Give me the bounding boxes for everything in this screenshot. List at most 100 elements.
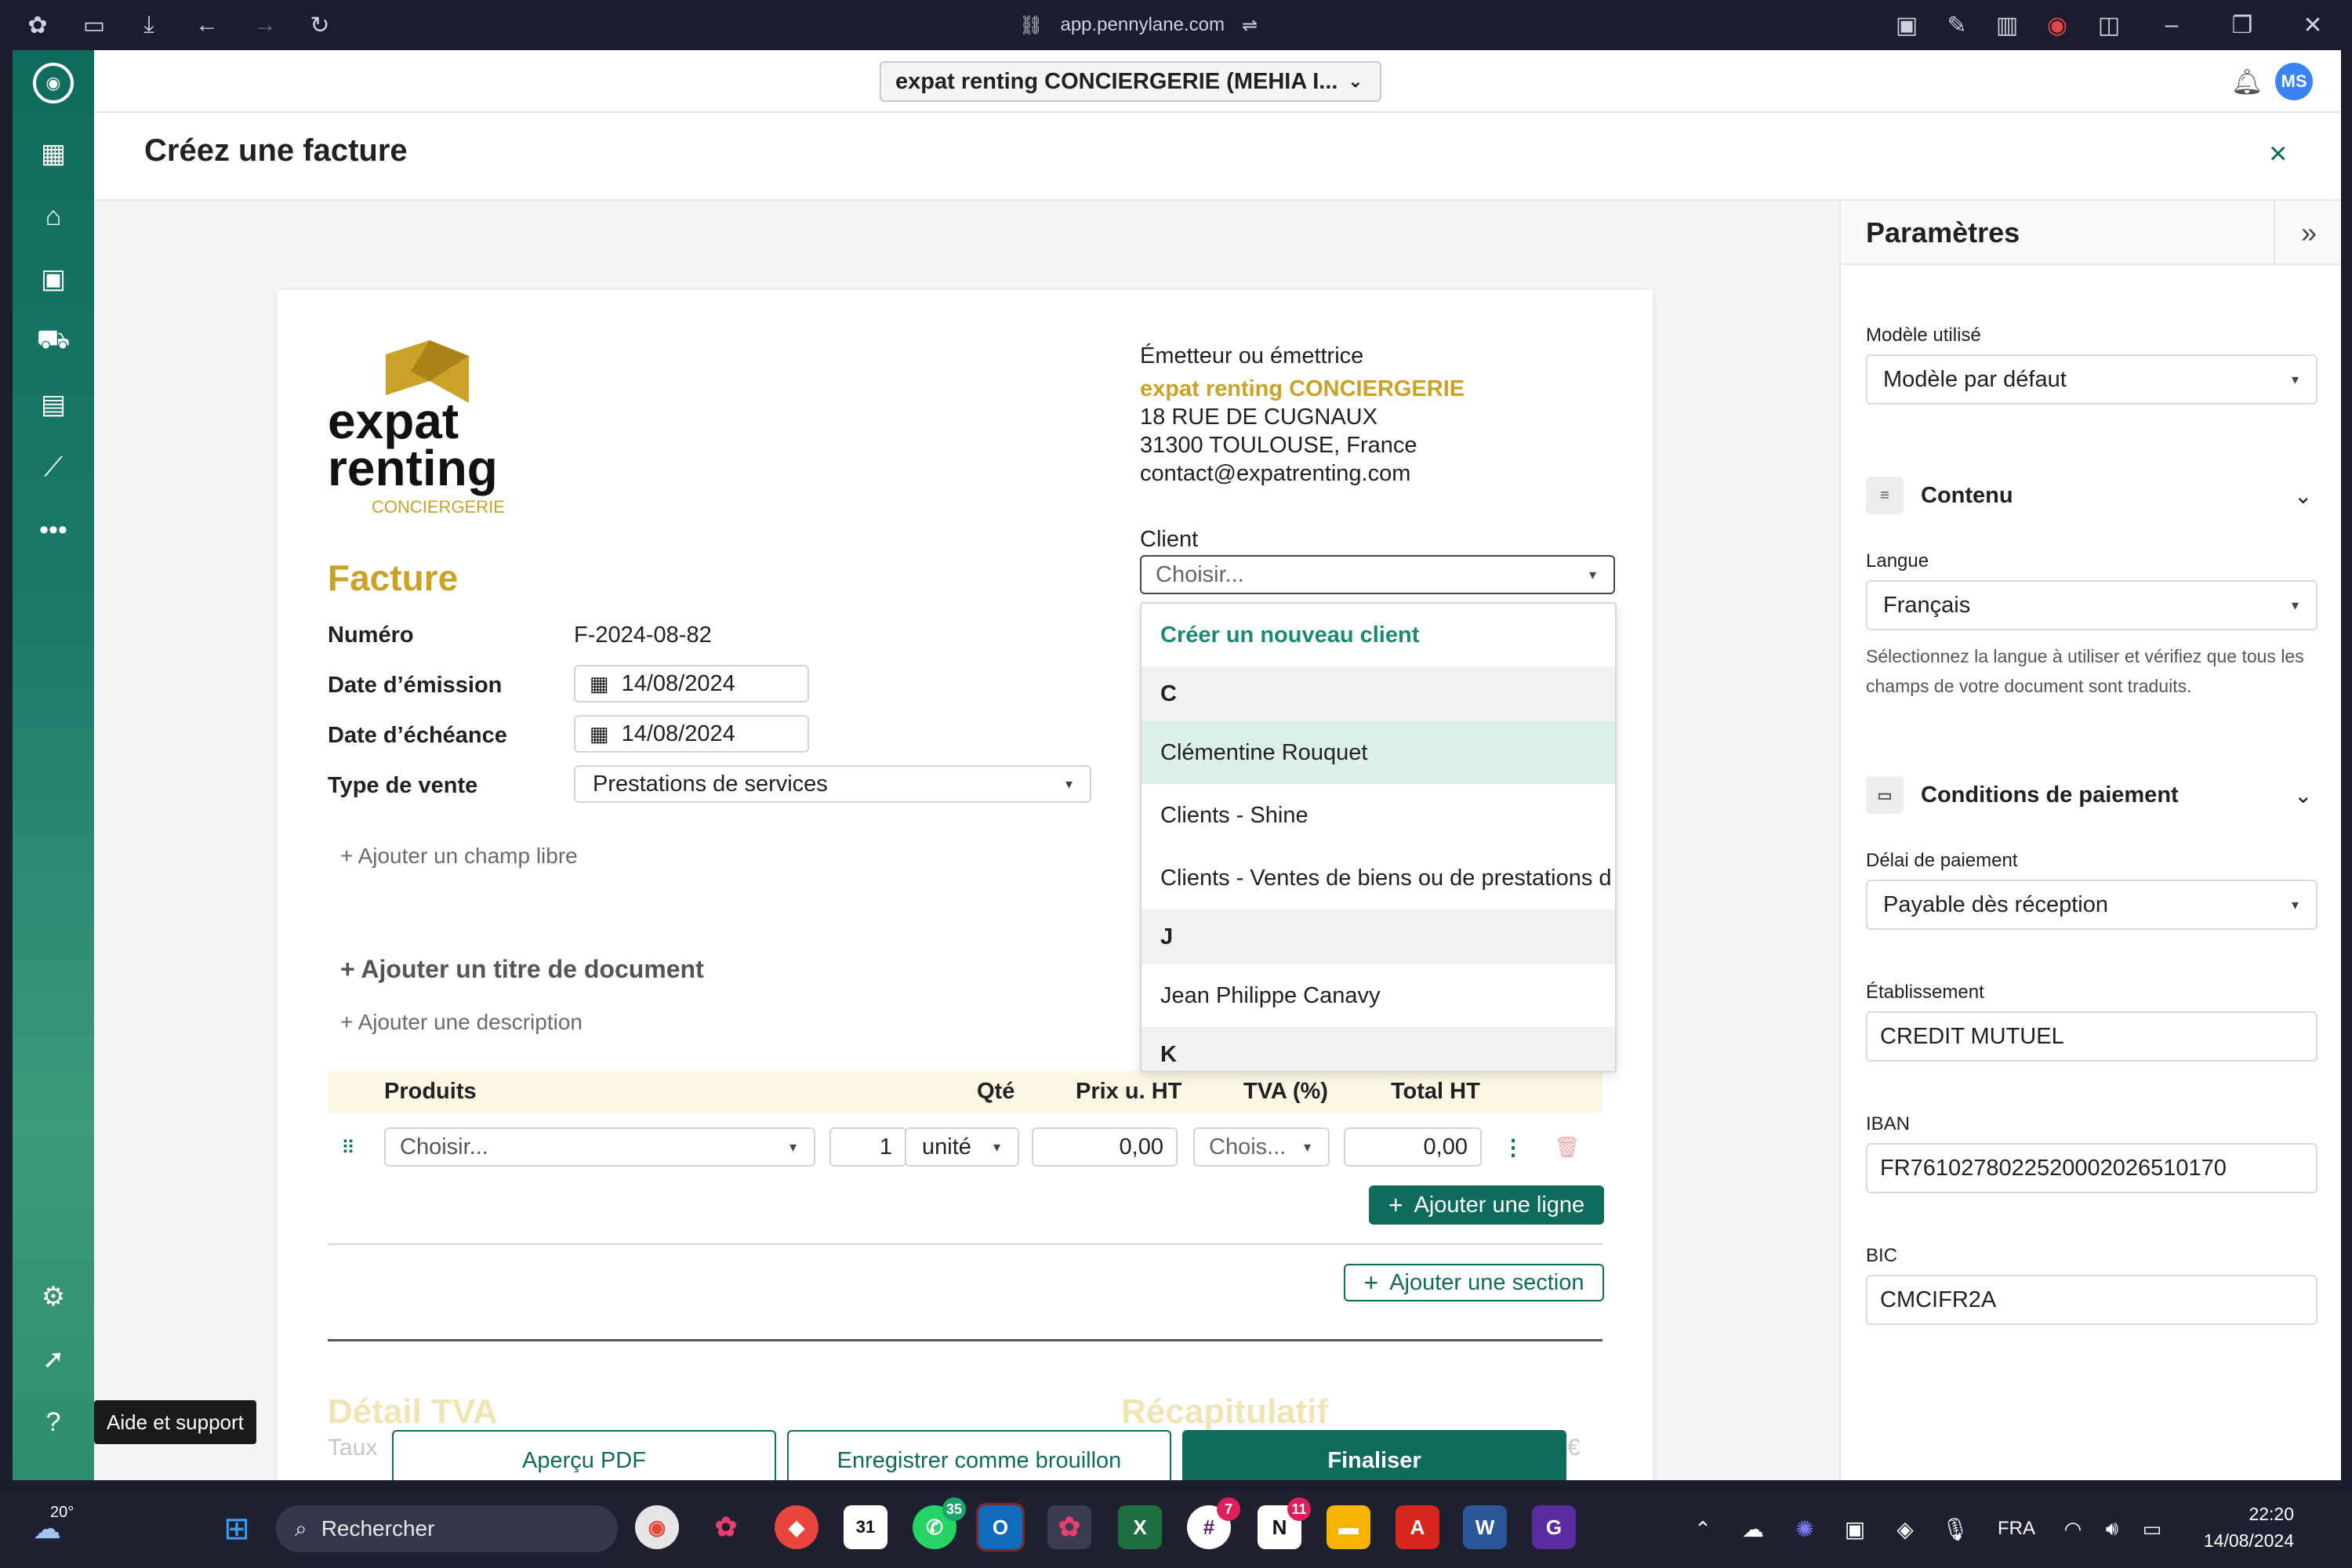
trash-icon[interactable]: 🗑︎ bbox=[1555, 1134, 1581, 1160]
close-icon[interactable]: × bbox=[2269, 136, 2287, 172]
total-input[interactable]: 0,00 bbox=[1344, 1127, 1482, 1167]
drag-handle-icon[interactable]: ⠿ bbox=[339, 1135, 358, 1160]
add-document-title-link[interactable]: + Ajouter un titre de document bbox=[340, 955, 704, 984]
caret-down-icon: ▾ bbox=[1303, 1138, 1311, 1155]
browser-logo-icon[interactable]: ✿ bbox=[22, 9, 53, 41]
chevron-down-icon[interactable]: ⌄ bbox=[2294, 782, 2312, 808]
rocket-icon[interactable]: ➚ bbox=[36, 1342, 71, 1377]
chrome-icon[interactable]: ◉ bbox=[635, 1505, 679, 1549]
client-option[interactable]: Jean Philippe Canavy bbox=[1142, 964, 1615, 1027]
pennylane-logo-icon[interactable]: ◉ bbox=[33, 63, 74, 103]
forward-icon[interactable]: → bbox=[249, 9, 281, 41]
client-option[interactable]: Clients - Shine bbox=[1142, 784, 1615, 847]
client-select[interactable]: Choisir... ▾ bbox=[1140, 555, 1615, 594]
windows-start-icon[interactable]: ⊞ bbox=[216, 1508, 257, 1549]
slack-icon[interactable]: #7 bbox=[1187, 1497, 1240, 1549]
restore-icon[interactable]: ❐ bbox=[2227, 9, 2258, 41]
payment-delay-select[interactable]: Payable dès réception ▾ bbox=[1866, 880, 2318, 930]
edit-extension-icon[interactable]: ✎ bbox=[1941, 9, 1973, 41]
more-icon[interactable]: ••• bbox=[36, 513, 71, 547]
settings-icon[interactable]: ⚙ bbox=[36, 1279, 71, 1314]
window-close-icon[interactable]: ✕ bbox=[2297, 9, 2328, 41]
chevron-down-icon[interactable]: ⌄ bbox=[2294, 483, 2312, 509]
issue-date-input[interactable]: ▦ 14/08/2024 bbox=[574, 665, 809, 702]
clock-date[interactable]: 14/08/2024 bbox=[2176, 1530, 2294, 1552]
arc-active-icon[interactable]: ✿ bbox=[1047, 1505, 1091, 1549]
microphone-icon[interactable]: 🎙︎ bbox=[1940, 1513, 1971, 1544]
bank-icon[interactable]: ⌂ bbox=[36, 199, 71, 234]
battery-icon[interactable]: ▭ bbox=[2134, 1513, 2170, 1544]
add-description-link[interactable]: + Ajouter une description bbox=[340, 1010, 583, 1035]
bank-input[interactable]: CREDIT MUTUEL bbox=[1866, 1011, 2318, 1062]
bic-input[interactable]: CMCIFR2A bbox=[1866, 1275, 2318, 1325]
vat-select[interactable]: Chois... ▾ bbox=[1193, 1127, 1330, 1167]
app-g-icon[interactable]: G bbox=[1532, 1505, 1576, 1549]
cart-icon[interactable]: ⛟ bbox=[36, 325, 71, 359]
address-bar[interactable]: ⛓ app.pennylane.com ⇌ bbox=[1019, 8, 1258, 42]
volume-icon[interactable]: 🔊︎ bbox=[2096, 1513, 2128, 1544]
store-icon[interactable]: ▤ bbox=[36, 387, 71, 422]
split-view-icon[interactable]: ◫ bbox=[2093, 9, 2125, 41]
collapse-panel-icon[interactable]: » bbox=[2274, 201, 2341, 265]
site-settings-icon[interactable]: ⇌ bbox=[1242, 14, 1258, 37]
notion-icon[interactable]: N 11 bbox=[1258, 1497, 1311, 1549]
unit-select[interactable]: unité ▾ bbox=[905, 1127, 1019, 1167]
wallet-icon[interactable]: ▣ bbox=[36, 262, 71, 296]
acrobat-icon[interactable]: A bbox=[1396, 1505, 1439, 1549]
help-icon[interactable]: ? bbox=[36, 1405, 71, 1439]
arc-browser-icon[interactable]: ✿ bbox=[704, 1505, 748, 1549]
reload-icon[interactable]: ↻ bbox=[304, 9, 336, 41]
avatar[interactable]: MS bbox=[2275, 63, 2313, 100]
notion-extension-icon[interactable]: ▣ bbox=[1891, 9, 1922, 41]
display-icon[interactable]: ▣ bbox=[1839, 1513, 1871, 1544]
chart-icon[interactable]: ⟋ bbox=[36, 450, 71, 485]
whatsapp-icon[interactable]: ✆ 35 bbox=[913, 1497, 966, 1549]
dropbox-icon[interactable]: ◈ bbox=[1889, 1513, 1921, 1544]
create-client-option[interactable]: Créer un nouveau client bbox=[1142, 604, 1615, 666]
app-tray-icon[interactable]: ✺ bbox=[1789, 1513, 1820, 1544]
due-date-input[interactable]: ▦ 14/08/2024 bbox=[574, 715, 809, 753]
chevron-up-icon[interactable]: ⌃ bbox=[1687, 1513, 1719, 1544]
sale-type-select[interactable]: Prestations de services ▾ bbox=[574, 765, 1091, 803]
client-option[interactable]: Clémentine Rouquet bbox=[1142, 721, 1615, 784]
back-icon[interactable]: ← bbox=[191, 9, 223, 41]
caret-down-icon: ▾ bbox=[2291, 371, 2299, 387]
product-placeholder: Choisir... bbox=[400, 1134, 488, 1160]
ublock-icon[interactable]: ◉ bbox=[2042, 9, 2073, 41]
wifi-icon[interactable]: ◠ bbox=[2057, 1513, 2089, 1544]
model-select[interactable]: Modèle par défaut ▾ bbox=[1866, 354, 2318, 405]
sidebar-toggle-icon[interactable]: ▭ bbox=[78, 9, 110, 41]
finalize-button[interactable]: Finaliser bbox=[1182, 1430, 1566, 1480]
excel-icon[interactable]: X bbox=[1118, 1505, 1162, 1549]
onedrive-icon[interactable]: ☁ bbox=[1737, 1513, 1769, 1544]
bell-icon[interactable]: 🔔︎ bbox=[2231, 66, 2263, 97]
client-option[interactable]: Clients - Ventes de biens ou de prestati… bbox=[1142, 847, 1615, 909]
row-menu-icon[interactable]: ⋮ bbox=[1502, 1134, 1524, 1160]
company-selector[interactable]: expat renting CONCIERGERIE (MEHIA I... ⌄ bbox=[880, 61, 1381, 102]
calendar-app-icon[interactable]: 31 bbox=[844, 1505, 887, 1549]
keyboard-language[interactable]: FRA bbox=[1998, 1518, 2035, 1540]
git-app-icon[interactable]: ◆ bbox=[775, 1505, 818, 1549]
language-select[interactable]: Français ▾ bbox=[1866, 580, 2318, 630]
taskbar-search[interactable]: ⌕ Rechercher bbox=[276, 1505, 618, 1552]
preview-pdf-button[interactable]: Aperçu PDF bbox=[392, 1430, 776, 1480]
add-custom-field-link[interactable]: + Ajouter un champ libre bbox=[340, 844, 578, 869]
add-section-label: Ajouter une section bbox=[1389, 1269, 1584, 1295]
add-section-button[interactable]: + Ajouter une section bbox=[1344, 1264, 1604, 1301]
save-draft-button[interactable]: Enregistrer comme brouillon bbox=[787, 1430, 1171, 1480]
word-icon[interactable]: W bbox=[1463, 1505, 1507, 1549]
payment-section-toggle[interactable]: ▭ Conditions de paiement bbox=[1866, 776, 2179, 814]
extension-icon[interactable]: ▥ bbox=[1991, 9, 2023, 41]
content-section-toggle[interactable]: ≡ Contenu bbox=[1866, 477, 2013, 514]
qty-input[interactable]: 1 bbox=[829, 1127, 906, 1167]
file-explorer-icon[interactable]: ▬ bbox=[1327, 1505, 1370, 1549]
unit-price-input[interactable]: 0,00 bbox=[1032, 1127, 1178, 1167]
clock-time[interactable]: 22:20 bbox=[2176, 1504, 2294, 1525]
dashboard-icon[interactable]: ▦ bbox=[36, 136, 71, 171]
outlook-icon[interactable]: O bbox=[976, 1503, 1025, 1552]
minimize-icon[interactable]: – bbox=[2156, 9, 2187, 41]
product-select[interactable]: Choisir... ▾ bbox=[384, 1127, 815, 1167]
download-icon[interactable]: ⤓ bbox=[133, 9, 165, 41]
iban-input[interactable]: FR7610278022520002026510170 bbox=[1866, 1143, 2318, 1193]
add-line-button[interactable]: + Ajouter une ligne bbox=[1369, 1185, 1604, 1225]
